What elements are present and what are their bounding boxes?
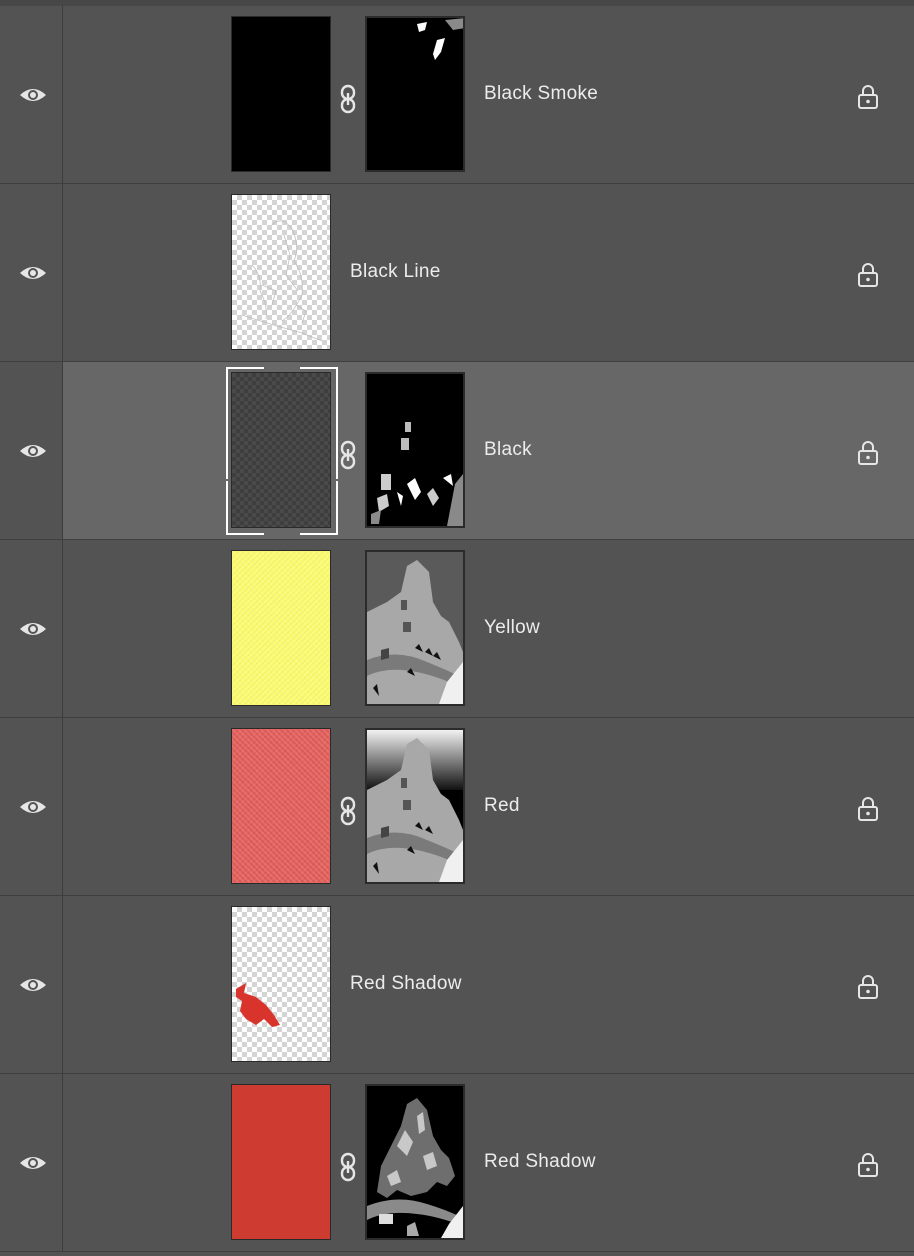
- layer-name[interactable]: Red Shadow: [484, 1151, 596, 1173]
- layer-mask-thumbnail[interactable]: [365, 16, 465, 172]
- eye-icon[interactable]: [19, 620, 47, 638]
- layer-mask-thumbnail[interactable]: [365, 728, 465, 884]
- visibility-column: [0, 1074, 63, 1251]
- layer-thumbnail[interactable]: [231, 728, 331, 884]
- visibility-column: [0, 184, 63, 361]
- layer-mask-thumbnail[interactable]: [365, 372, 465, 528]
- eye-icon[interactable]: [19, 264, 47, 282]
- layer-name[interactable]: Yellow: [484, 617, 540, 639]
- layer-mask-thumbnail[interactable]: [365, 1084, 465, 1240]
- visibility-column: [0, 362, 63, 539]
- layer-row-black-smoke[interactable]: Black Smoke: [0, 6, 914, 184]
- layer-main-area[interactable]: [63, 896, 914, 1073]
- eye-icon[interactable]: [19, 1154, 47, 1172]
- layer-name[interactable]: Red Shadow: [350, 973, 462, 995]
- layer-row-black-line[interactable]: Black Line: [0, 184, 914, 362]
- layer-thumbnail[interactable]: [231, 16, 331, 172]
- chain-link-icon[interactable]: [340, 440, 356, 470]
- layer-row-black[interactable]: Black: [0, 362, 914, 540]
- layer-mask-thumbnail[interactable]: [365, 550, 465, 706]
- padlock-icon[interactable]: [857, 441, 879, 465]
- padlock-icon[interactable]: [857, 975, 879, 999]
- visibility-column: [0, 6, 63, 183]
- layer-thumbnail[interactable]: [231, 906, 331, 1062]
- visibility-column: [0, 896, 63, 1073]
- padlock-icon[interactable]: [857, 85, 879, 109]
- layer-row-red-shadow[interactable]: Red Shadow: [0, 896, 914, 1074]
- layer-main-area[interactable]: [63, 184, 914, 361]
- chain-link-icon[interactable]: [340, 84, 356, 114]
- eye-icon[interactable]: [19, 86, 47, 104]
- padlock-icon[interactable]: [857, 1153, 879, 1177]
- eye-icon[interactable]: [19, 976, 47, 994]
- chain-link-icon[interactable]: [340, 1152, 356, 1182]
- layer-name[interactable]: Black Smoke: [484, 83, 598, 105]
- padlock-icon[interactable]: [857, 263, 879, 287]
- eye-icon[interactable]: [19, 442, 47, 460]
- padlock-icon[interactable]: [857, 797, 879, 821]
- selection-frame: [226, 367, 338, 535]
- eye-icon[interactable]: [19, 798, 47, 816]
- layer-name[interactable]: Black Line: [350, 261, 441, 283]
- visibility-column: [0, 540, 63, 717]
- chain-link-icon[interactable]: [340, 796, 356, 826]
- layer-name[interactable]: Black: [484, 439, 532, 461]
- layer-thumbnail[interactable]: [231, 194, 331, 350]
- layer-name[interactable]: Red: [484, 795, 520, 817]
- visibility-column: [0, 718, 63, 895]
- layers-panel: Black Smoke Black Line Black Yellow Red …: [0, 0, 914, 1256]
- layer-row-red-shadow-masked[interactable]: Red Shadow: [0, 1074, 914, 1252]
- layer-row-red[interactable]: Red: [0, 718, 914, 896]
- layer-thumbnail[interactable]: [231, 550, 331, 706]
- layer-row-yellow[interactable]: Yellow: [0, 540, 914, 718]
- layer-thumbnail[interactable]: [231, 1084, 331, 1240]
